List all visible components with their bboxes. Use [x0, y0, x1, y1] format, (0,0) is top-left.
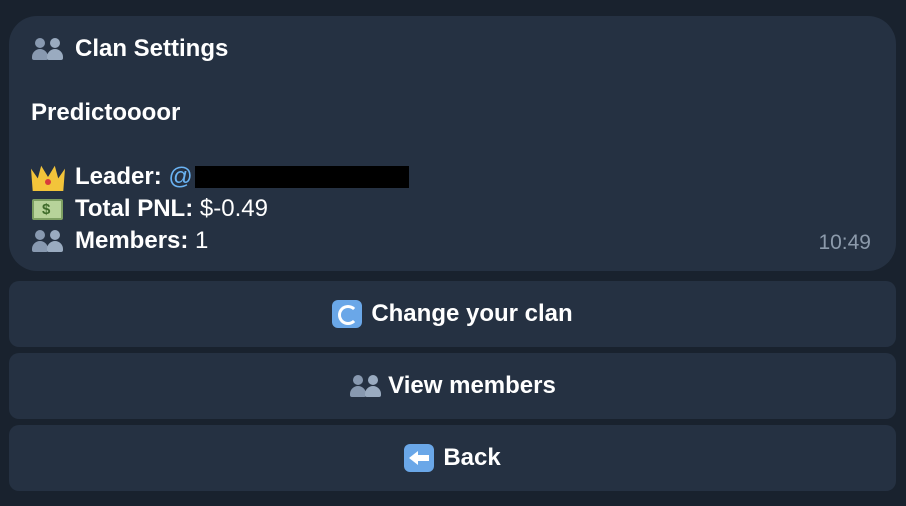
message-timestamp: 10:49 [818, 231, 871, 254]
back-label: Back [443, 444, 501, 471]
message-bubble: Clan Settings Predictoooor Leader: @ $ T… [9, 16, 896, 271]
message-title: Clan Settings [75, 35, 229, 62]
redacted-username [194, 166, 409, 188]
back-arrow-icon [404, 444, 435, 472]
crown-icon [31, 165, 65, 191]
members-value: 1 [195, 227, 209, 254]
pnl-label: Total PNL: [75, 195, 194, 222]
members-label: Members: [75, 227, 189, 254]
clan-name-row: Predictoooor [31, 97, 180, 129]
pnl-value: $-0.49 [199, 195, 268, 222]
change-clan-button[interactable]: Change your clan [9, 281, 896, 347]
money-icon: $ [31, 195, 65, 223]
message-title-row: Clan Settings [31, 33, 228, 65]
leader-label: Leader: [75, 163, 162, 190]
leader-row: Leader: @ [31, 161, 409, 193]
back-button[interactable]: Back [9, 425, 896, 491]
view-members-button[interactable]: View members [9, 353, 896, 419]
members-icon [31, 227, 65, 255]
view-members-label: View members [388, 372, 556, 399]
members-row: Members: 1 [31, 225, 208, 257]
leader-mention[interactable]: @ [168, 161, 192, 193]
change-clan-label: Change your clan [371, 300, 573, 327]
clan-name: Predictoooor [31, 99, 181, 126]
members-icon [349, 372, 382, 400]
members-icon [31, 35, 65, 63]
refresh-icon [332, 300, 363, 328]
pnl-row: $ Total PNL: $-0.49 [31, 193, 268, 225]
